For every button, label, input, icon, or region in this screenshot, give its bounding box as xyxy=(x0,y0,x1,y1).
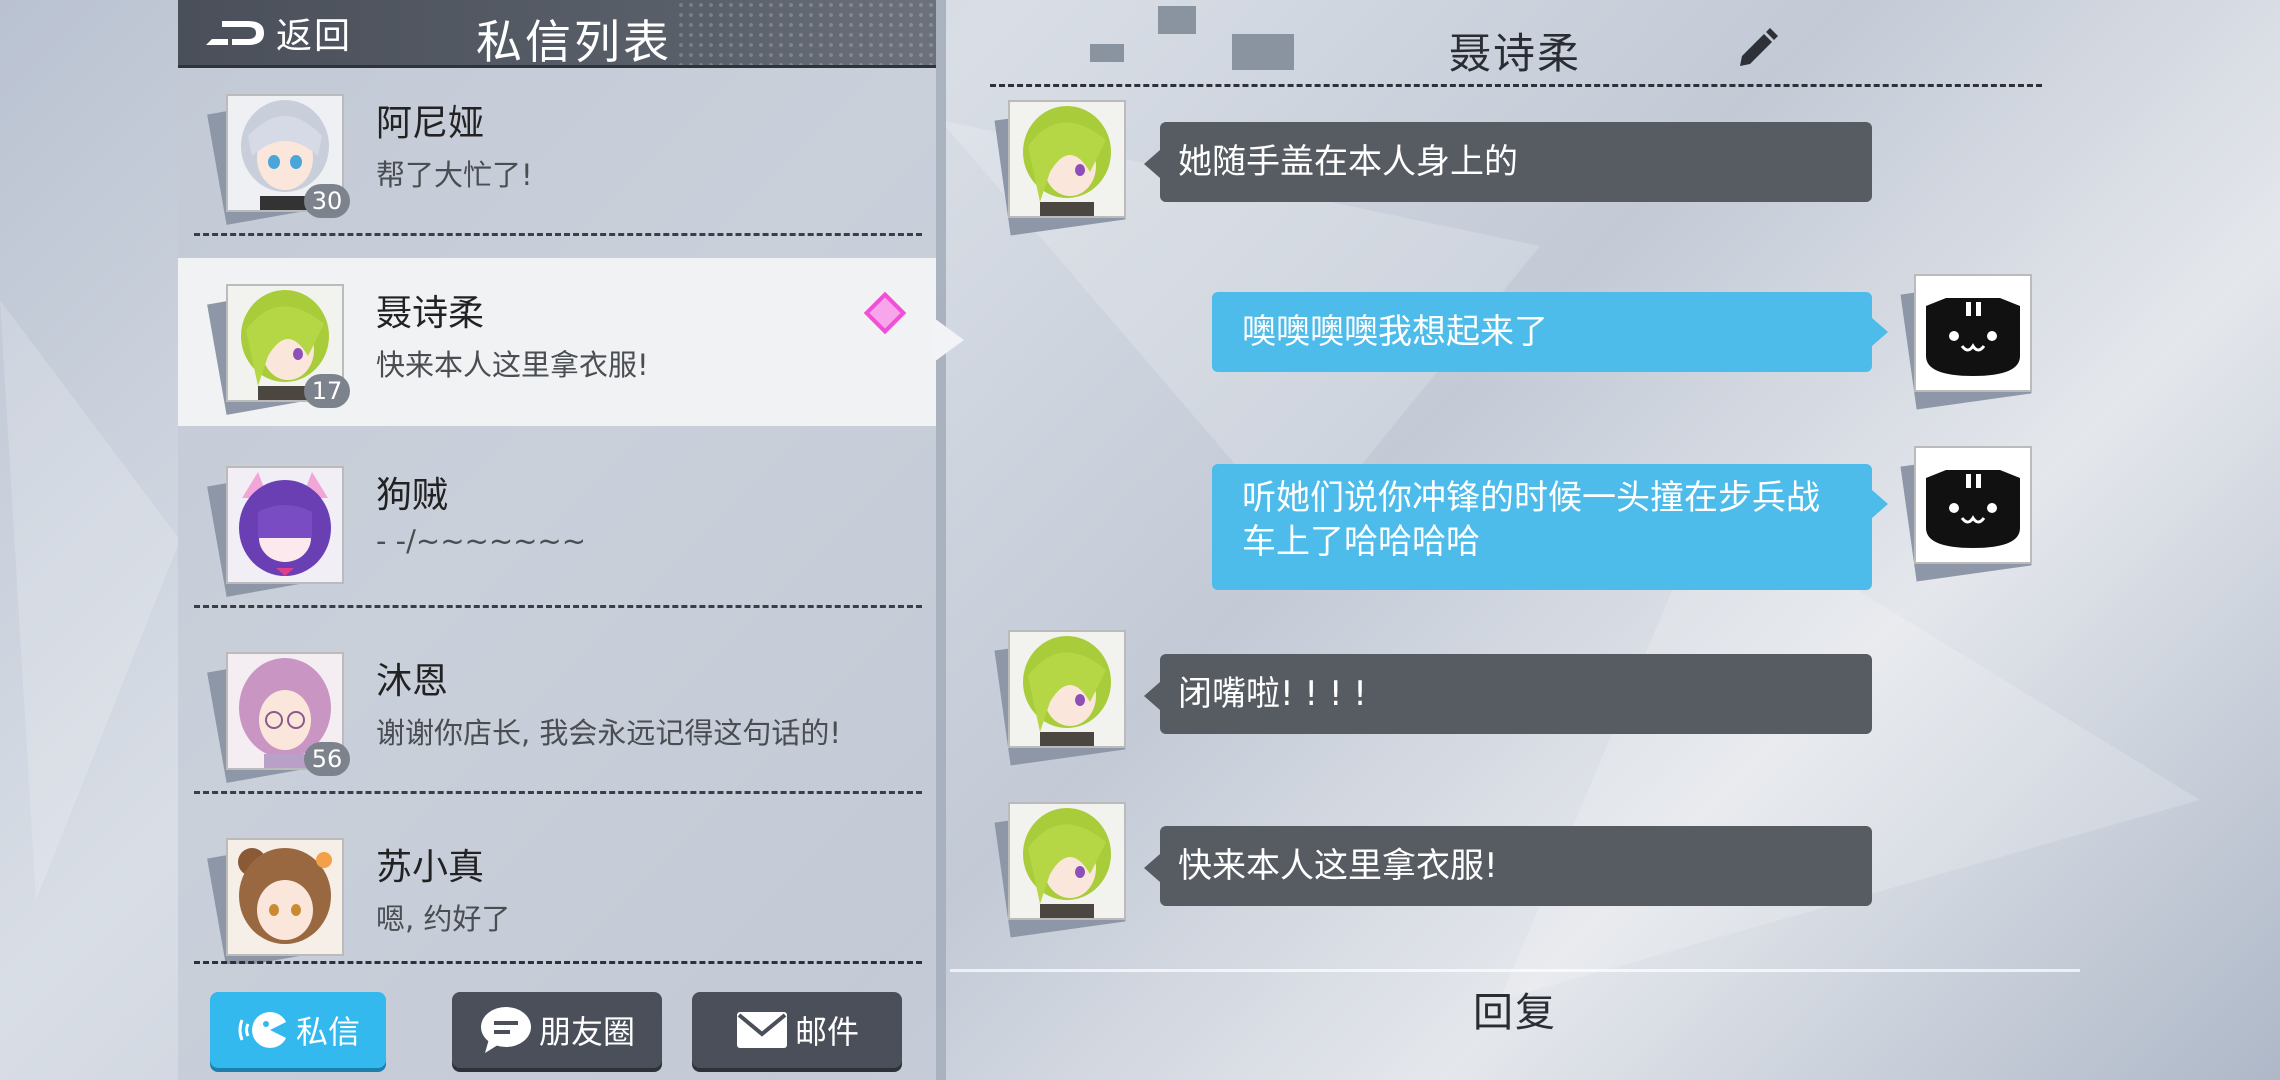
reply-button[interactable]: 回复 xyxy=(1440,980,1590,1040)
divider xyxy=(194,605,922,608)
contact-name: 沐恩 xyxy=(376,661,449,702)
message-bubble: 噢噢噢噢我想起来了 xyxy=(1212,292,1888,372)
tab-private-messages[interactable]: 私信 xyxy=(210,992,386,1068)
player-avatar xyxy=(1900,274,2032,410)
divider xyxy=(194,961,922,964)
moments-icon xyxy=(480,1007,531,1053)
header-pattern xyxy=(676,0,936,65)
contact-item-muen[interactable]: 56 沐恩 谢谢你店长, 我会永远记得这句话的! xyxy=(178,626,936,794)
tab-moments[interactable]: 朋友圈 xyxy=(452,992,662,1068)
contact-item-gouzei[interactable]: 狗贼 - -/~~~~~~~ xyxy=(178,440,936,608)
chat-header-divider xyxy=(990,84,2042,87)
divider xyxy=(194,791,922,794)
mail-icon xyxy=(736,1012,787,1048)
divider xyxy=(194,233,922,236)
tab-label: 私信 xyxy=(295,1013,360,1051)
contact-item-anya[interactable]: 30 阿尼娅 帮了大忙了! xyxy=(178,68,936,236)
brown-hair-girl-avatar-icon xyxy=(228,840,342,954)
green-hair-girl-avatar-icon xyxy=(1010,102,1124,216)
player-avatar xyxy=(1900,446,2032,582)
list-header: 返回 私信列表 xyxy=(178,0,936,69)
tab-label: 朋友圈 xyxy=(538,1013,635,1051)
selection-pointer xyxy=(934,318,964,362)
background-shard xyxy=(0,300,180,900)
contact-item-nie-shirou[interactable]: 17 聂诗柔 快来本人这里拿衣服! xyxy=(178,258,936,426)
level-badge: 30 xyxy=(304,184,350,218)
contact-last-message: - -/~~~~~~~ xyxy=(376,524,587,558)
black-cat-avatar-icon xyxy=(1916,448,2030,562)
contact-last-message: 帮了大忙了! xyxy=(376,158,533,192)
contact-name: 聂诗柔 xyxy=(376,293,485,334)
decor-square xyxy=(1090,44,1124,62)
contact-name: 阿尼娅 xyxy=(376,103,485,144)
bottom-tab-bar: 私信 朋友圈 邮件 xyxy=(178,980,936,1080)
edit-pencil-icon[interactable] xyxy=(1736,26,1778,68)
contact-name: 狗贼 xyxy=(376,475,449,516)
sender-avatar xyxy=(994,802,1126,938)
avatar: 30 xyxy=(207,94,350,225)
back-label: 返回 xyxy=(276,15,353,57)
green-hair-girl-avatar-icon xyxy=(1010,632,1124,746)
avatar xyxy=(207,466,344,597)
sender-avatar xyxy=(994,630,1126,766)
message-bubble: 闭嘴啦! ! ! ! xyxy=(1144,654,1872,734)
avatar: 17 xyxy=(207,284,350,415)
decor-square xyxy=(1232,34,1294,70)
back-button[interactable]: 返回 xyxy=(202,10,352,57)
decor-square xyxy=(1158,6,1196,34)
message-list-panel: 返回 私信列表 30 阿尼娅 帮了大忙了! 17 聂诗柔 快来本人这里拿衣服! … xyxy=(178,0,964,1080)
black-cat-avatar-icon xyxy=(1916,276,2030,390)
avatar: 56 xyxy=(207,652,350,783)
favorite-diamond-icon xyxy=(863,291,907,335)
message-bubble: 她随手盖在本人身上的 xyxy=(1144,122,1872,202)
contact-last-message: 嗯, 约好了 xyxy=(376,902,511,936)
level-badge: 17 xyxy=(304,374,350,408)
contact-name: 苏小真 xyxy=(376,847,485,888)
back-arrow-icon xyxy=(206,20,264,45)
message-bubble: 听她们说你冲锋的时候一头撞在步兵战车上了哈哈哈哈 xyxy=(1212,464,1888,590)
green-hair-girl-avatar-icon xyxy=(1010,804,1124,918)
tab-label: 邮件 xyxy=(794,1013,859,1051)
avatar xyxy=(207,838,344,964)
contact-item-su-xiaozhen[interactable]: 苏小真 嗯, 约好了 xyxy=(178,812,936,964)
level-badge: 56 xyxy=(304,742,350,776)
sender-avatar xyxy=(994,100,1126,236)
contact-last-message: 快来本人这里拿衣服! xyxy=(376,348,649,382)
contact-last-message: 谢谢你店长, 我会永远记得这句话的! xyxy=(376,716,842,750)
chat-footer-divider xyxy=(950,969,2080,972)
chat-bubble-icon xyxy=(238,1012,290,1048)
chat-title: 聂诗柔 xyxy=(1448,29,1581,78)
page-title: 私信列表 xyxy=(476,15,672,69)
purple-hair-cat-ear-girl-avatar-icon xyxy=(228,468,342,582)
message-bubble: 快来本人这里拿衣服! xyxy=(1144,826,1872,906)
tab-mail[interactable]: 邮件 xyxy=(692,992,902,1068)
